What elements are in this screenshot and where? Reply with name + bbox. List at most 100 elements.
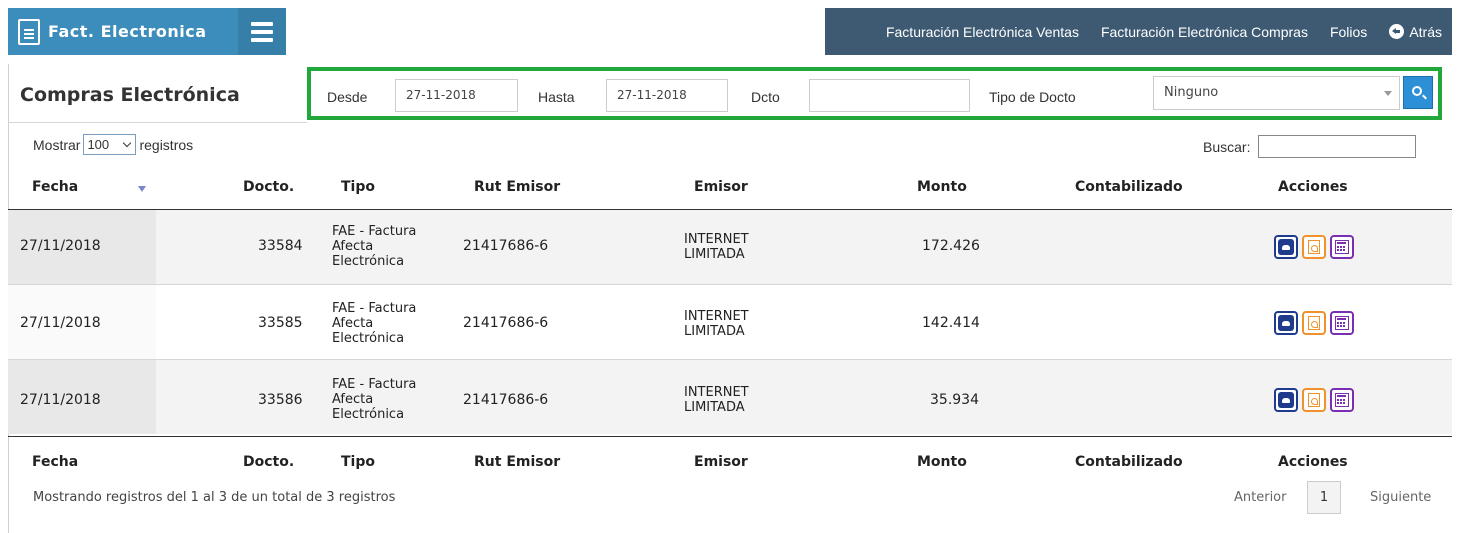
col-header-contabilizado[interactable]: Contabilizado: [1075, 179, 1183, 195]
pagination-page-1[interactable]: 1: [1307, 481, 1341, 514]
cell-emisor: INTERNET LIMITADA: [684, 232, 749, 262]
cloud-download-icon: [1278, 239, 1294, 255]
col-footer-monto: Monto: [917, 454, 967, 470]
cell-fecha: 27/11/2018: [20, 392, 101, 408]
hasta-date-input[interactable]: 27-11-2018: [606, 79, 728, 112]
magnifier-icon: [1412, 86, 1422, 96]
chevron-down-icon: [1384, 91, 1392, 96]
cell-rut: 21417686-6: [463, 315, 549, 331]
document-icon: [18, 18, 40, 45]
back-link[interactable]: Atrás: [1389, 24, 1442, 40]
cell-fecha: 27/11/2018: [20, 238, 101, 254]
pdf-button[interactable]: [1302, 311, 1326, 335]
search-button[interactable]: [1403, 76, 1433, 109]
nav-ventas-link[interactable]: Facturación Electrónica Ventas: [886, 24, 1079, 40]
pdf-button[interactable]: [1302, 388, 1326, 412]
cloud-download-button[interactable]: [1274, 388, 1298, 412]
back-label: Atrás: [1409, 23, 1442, 40]
pdf-icon: [1308, 316, 1320, 330]
dcto-label: Dcto: [751, 89, 780, 105]
desde-label: Desde: [327, 89, 368, 105]
pdf-icon: [1308, 393, 1320, 407]
cell-fecha: 27/11/2018: [20, 315, 101, 331]
length-suffix: registros: [139, 136, 194, 153]
cell-rut: 21417686-6: [463, 238, 549, 254]
col-footer-tipo: Tipo: [341, 454, 375, 470]
tipo-docto-label: Tipo de Docto: [989, 89, 1076, 105]
table-search: Buscar:: [1203, 135, 1417, 158]
search-input[interactable]: [1258, 135, 1417, 158]
hasta-label: Hasta: [538, 89, 575, 105]
dcto-input[interactable]: [809, 79, 970, 112]
cloud-download-button[interactable]: [1274, 311, 1298, 335]
footer-divider: [8, 436, 1452, 437]
row-actions: [1274, 235, 1354, 259]
col-footer-contabilizado: Contabilizado: [1075, 454, 1183, 470]
page-title: Compras Electrónica: [20, 84, 240, 106]
tipo-docto-selected: Ninguno: [1164, 85, 1219, 100]
cell-rut: 21417686-6: [463, 392, 549, 408]
length-control: Mostrar 100 registros: [33, 134, 193, 155]
hamburger-menu-icon[interactable]: [238, 8, 286, 55]
brand-logo[interactable]: Fact. Electronica: [8, 8, 238, 55]
col-header-rut-emisor[interactable]: Rut Emisor: [474, 179, 560, 195]
calculator-button[interactable]: [1330, 388, 1354, 412]
pdf-button[interactable]: [1302, 235, 1326, 259]
table-row: 27/11/2018 33585 FAE - Factura Afecta Elec…: [8, 285, 1452, 359]
pagination-next[interactable]: Siguiente: [1370, 490, 1431, 505]
pagination-prev[interactable]: Anterior: [1234, 490, 1286, 505]
nav-folios-link[interactable]: Folios: [1330, 24, 1367, 40]
col-footer-acciones: Acciones: [1278, 454, 1348, 470]
length-value: 100: [87, 137, 110, 152]
title-divider: [8, 122, 307, 123]
calculator-button[interactable]: [1330, 311, 1354, 335]
col-header-tipo[interactable]: Tipo: [341, 179, 375, 195]
sort-desc-icon[interactable]: [138, 186, 146, 192]
row-actions: [1274, 388, 1354, 412]
pdf-icon: [1308, 240, 1320, 254]
calculator-button[interactable]: [1330, 235, 1354, 259]
col-footer-rut-emisor: Rut Emisor: [474, 454, 561, 470]
cloud-download-button[interactable]: [1274, 235, 1298, 259]
table-info: Mostrando registros del 1 al 3 de un tot…: [33, 490, 396, 505]
desde-date-input[interactable]: 27-11-2018: [395, 79, 518, 112]
brand-title: Fact. Electronica: [48, 22, 207, 41]
cell-tipo: FAE - Factura Afecta Electrónica: [332, 224, 417, 269]
calculator-icon: [1335, 240, 1349, 254]
calculator-icon: [1335, 393, 1349, 407]
tipo-docto-select[interactable]: Ninguno: [1153, 76, 1400, 110]
table-row: 27/11/2018 33586 FAE - Factura Afecta Elec…: [8, 360, 1452, 434]
chevron-down-icon: [123, 138, 132, 148]
col-footer-docto: Docto.: [243, 454, 295, 470]
filter-panel: Desde 27-11-2018 Hasta 27-11-2018 Dcto T…: [307, 67, 1442, 120]
cell-docto: 33585: [258, 315, 303, 331]
col-header-emisor[interactable]: Emisor: [694, 179, 748, 195]
cell-docto: 33586: [258, 392, 303, 408]
table-row: 27/11/2018 33584 FAE - Factura Afecta Elec…: [8, 210, 1452, 284]
top-navigation: Facturación Electrónica Ventas Facturaci…: [825, 8, 1452, 55]
col-header-docto[interactable]: Docto.: [243, 179, 294, 195]
nav-compras-link[interactable]: Facturación Electrónica Compras: [1101, 24, 1308, 40]
calculator-icon: [1335, 316, 1349, 330]
cell-emisor: INTERNET LIMITADA: [684, 309, 749, 339]
arrow-left-circle-icon: [1389, 24, 1405, 39]
col-header-fecha[interactable]: Fecha: [32, 179, 78, 195]
cloud-download-icon: [1278, 392, 1294, 408]
cloud-download-icon: [1278, 315, 1294, 331]
row-actions: [1274, 311, 1354, 335]
col-footer-fecha: Fecha: [32, 454, 79, 470]
search-label: Buscar:: [1203, 138, 1251, 155]
cell-monto: 142.414: [922, 315, 980, 331]
cell-tipo: FAE - Factura Afecta Electrónica: [332, 377, 417, 422]
cell-emisor: INTERNET LIMITADA: [684, 385, 749, 415]
cell-tipo: FAE - Factura Afecta Electrónica: [332, 301, 417, 346]
length-select[interactable]: 100: [83, 134, 137, 155]
top-bar: Fact. Electronica Facturación Electrónic…: [0, 0, 1457, 64]
col-header-monto[interactable]: Monto: [917, 179, 967, 195]
length-prefix: Mostrar: [33, 136, 81, 153]
col-header-acciones: Acciones: [1278, 179, 1348, 195]
cell-monto: 35.934: [930, 392, 979, 408]
cell-docto: 33584: [258, 238, 303, 254]
cell-monto: 172.426: [922, 238, 980, 254]
col-footer-emisor: Emisor: [694, 454, 748, 470]
